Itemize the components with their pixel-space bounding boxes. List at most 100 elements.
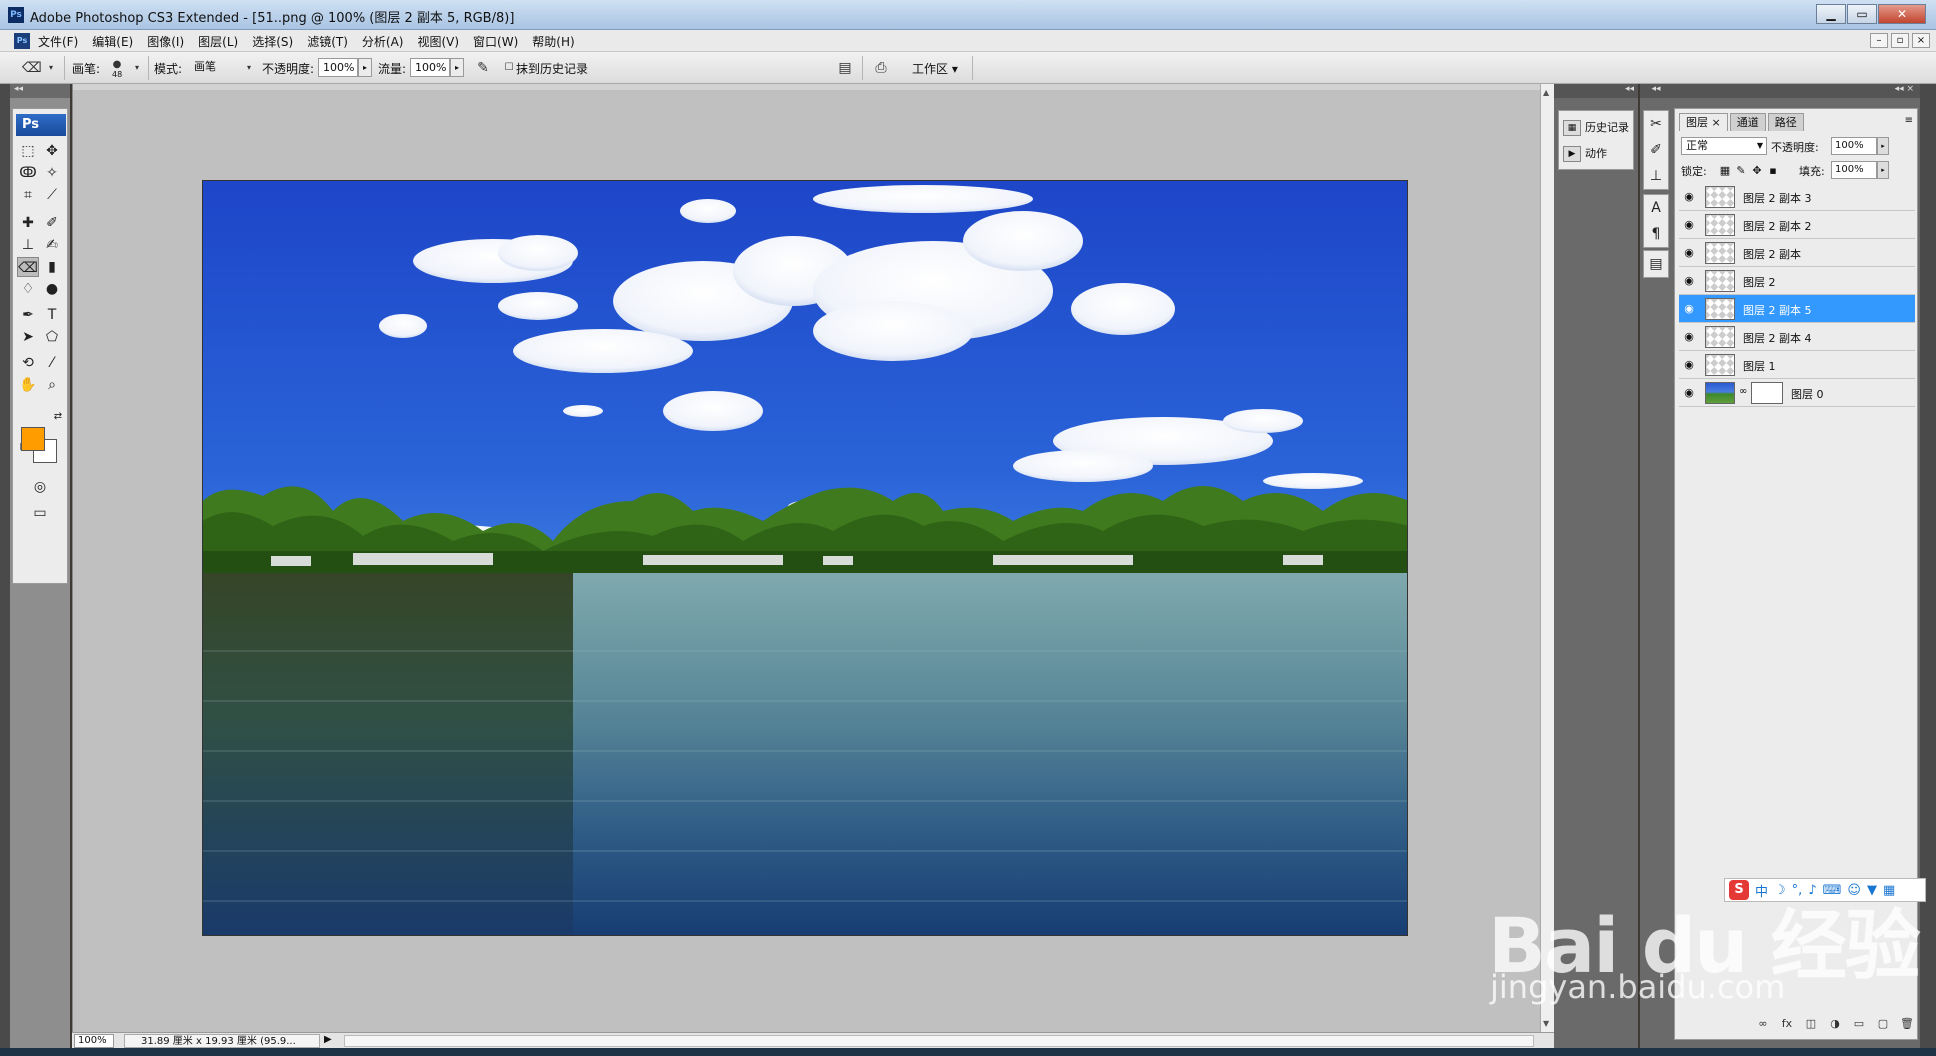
menu-view[interactable]: 视图(V) bbox=[417, 33, 459, 50]
character-icon[interactable]: A bbox=[1644, 195, 1668, 221]
gradient-tool-icon[interactable]: ▮ bbox=[41, 257, 63, 277]
new-group-icon[interactable]: ▭ bbox=[1847, 1017, 1871, 1035]
visibility-eye-icon[interactable]: ◉ bbox=[1681, 189, 1697, 205]
mode-dropdown-icon[interactable]: ▾ bbox=[240, 59, 258, 77]
lock-all-icon[interactable]: ▪ bbox=[1765, 164, 1781, 177]
ime-user-icon[interactable]: ☺ bbox=[1847, 883, 1861, 898]
mask-link-icon[interactable]: ∞ bbox=[1739, 386, 1747, 397]
layer-mask-thumbnail[interactable] bbox=[1751, 382, 1783, 404]
tool-presets-icon[interactable]: ✂ bbox=[1644, 111, 1668, 137]
document-icon[interactable]: Ps bbox=[14, 33, 30, 49]
move-tool-icon[interactable]: ✥ bbox=[41, 141, 63, 161]
visibility-eye-icon[interactable]: ◉ bbox=[1681, 301, 1697, 317]
airbrush-icon[interactable]: ✎ bbox=[474, 59, 492, 77]
menu-file[interactable]: 文件(F) bbox=[38, 33, 78, 50]
doc-minimize-button[interactable]: – bbox=[1870, 33, 1888, 48]
ps-logo[interactable]: Ps bbox=[16, 114, 66, 136]
add-mask-icon[interactable]: ◫ bbox=[1799, 1017, 1823, 1035]
layer-opacity-input[interactable]: 100% bbox=[1831, 137, 1877, 155]
doc-restore-button[interactable]: ▫ bbox=[1891, 33, 1909, 48]
opacity-input[interactable]: 100% bbox=[318, 58, 358, 77]
doc-close-button[interactable]: × bbox=[1912, 33, 1930, 48]
palette-well-icon[interactable]: ▤ bbox=[836, 59, 854, 77]
layer-row[interactable]: ◉ 图层 2 副本 2 bbox=[1679, 211, 1915, 239]
quick-mask-icon[interactable]: ◎ bbox=[29, 477, 51, 497]
layer-row[interactable]: ◉ ∞ 图层 0 bbox=[1679, 379, 1915, 407]
eraser-preset-icon[interactable]: ⌫ bbox=[22, 59, 42, 77]
lock-image-icon[interactable]: ✎ bbox=[1733, 164, 1749, 177]
eraser-tool-icon[interactable]: ⌫ bbox=[17, 257, 39, 277]
magic-wand-tool-icon[interactable]: ✧ bbox=[41, 163, 63, 183]
dodge-tool-icon[interactable]: ● bbox=[41, 279, 63, 299]
scroll-up-icon[interactable]: ▲ bbox=[1543, 88, 1549, 97]
panel-menu-icon[interactable]: ≡ bbox=[1905, 115, 1913, 126]
crop-tool-icon[interactable]: ⌗ bbox=[17, 185, 39, 205]
opacity-slider-button[interactable]: ▸ bbox=[358, 58, 372, 77]
canvas-vertical-scrollbar[interactable]: ▲ ▼ bbox=[1540, 84, 1554, 1032]
fill-slider-button[interactable]: ▸ bbox=[1877, 161, 1889, 179]
visibility-eye-icon[interactable]: ◉ bbox=[1681, 273, 1697, 289]
flow-slider-button[interactable]: ▸ bbox=[450, 58, 464, 77]
tab-layers[interactable]: 图层 × bbox=[1679, 113, 1728, 131]
visibility-eye-icon[interactable]: ◉ bbox=[1681, 217, 1697, 233]
brush-tool-icon[interactable]: ✐ bbox=[41, 213, 63, 233]
layer-row[interactable]: ◉ 图层 2 副本 3 bbox=[1679, 183, 1915, 211]
brushes-icon[interactable]: ✐ bbox=[1644, 137, 1668, 163]
icon-dock-handle[interactable]: ◂◂ bbox=[1640, 84, 1672, 98]
document-info[interactable]: 31.89 厘米 x 19.93 厘米 (95.9... bbox=[124, 1034, 320, 1048]
workspace-button[interactable]: 工作区 ▾ bbox=[912, 60, 958, 77]
scroll-down-icon[interactable]: ▼ bbox=[1543, 1019, 1549, 1028]
swap-colors-icon[interactable]: ⇄ bbox=[47, 407, 69, 427]
flow-input[interactable]: 100% bbox=[410, 58, 450, 77]
actions-panel-button[interactable]: ▶ 动作 bbox=[1563, 143, 1631, 165]
path-selection-tool-icon[interactable]: ➤ bbox=[17, 327, 39, 347]
canvas-horizontal-scrollbar[interactable] bbox=[344, 1035, 1534, 1047]
bridge-icon[interactable]: ⎙ bbox=[872, 59, 890, 77]
layer-row[interactable]: ◉ 图层 2 副本 bbox=[1679, 239, 1915, 267]
zoom-field[interactable]: 100% bbox=[74, 1034, 114, 1048]
ime-symbol-icon[interactable]: °, bbox=[1792, 883, 1803, 898]
visibility-eye-icon[interactable]: ◉ bbox=[1681, 329, 1697, 345]
document-image[interactable] bbox=[202, 180, 1408, 936]
layer-comps-icon[interactable]: ▤ bbox=[1644, 251, 1668, 277]
layer-row[interactable]: ◉ 图层 2 bbox=[1679, 267, 1915, 295]
brush-dropdown-icon[interactable]: ▾ bbox=[128, 59, 146, 77]
menu-analysis[interactable]: 分析(A) bbox=[362, 33, 404, 50]
menu-select[interactable]: 选择(S) bbox=[252, 33, 293, 50]
trash-icon[interactable]: 🗑 bbox=[1895, 1017, 1919, 1035]
shape-tool-icon[interactable]: ⬠ bbox=[41, 327, 63, 347]
menu-layer[interactable]: 图层(L) bbox=[198, 33, 238, 50]
layer-row[interactable]: ◉ 图层 1 bbox=[1679, 351, 1915, 379]
pen-tool-icon[interactable]: ✒ bbox=[17, 305, 39, 325]
dock-collapse-handle[interactable]: ◂◂ bbox=[1554, 84, 1638, 98]
history-panel-button[interactable]: ▦ 历史记录 bbox=[1563, 117, 1631, 139]
ime-skin-icon[interactable]: ▼ bbox=[1867, 883, 1877, 898]
menu-help[interactable]: 帮助(H) bbox=[532, 33, 574, 50]
ime-logo[interactable]: S bbox=[1729, 880, 1749, 900]
layer-row-selected[interactable]: ◉ 图层 2 副本 5 bbox=[1679, 295, 1915, 323]
layers-dock-handle[interactable]: ◂◂ × bbox=[1672, 84, 1920, 98]
maximize-button[interactable]: ▭ bbox=[1847, 4, 1877, 24]
blend-mode-select[interactable]: 正常 ▼ bbox=[1681, 137, 1767, 155]
menu-edit[interactable]: 编辑(E) bbox=[92, 33, 133, 50]
tab-channels[interactable]: 通道 bbox=[1729, 113, 1766, 131]
ime-punctuation-icon[interactable]: ☽ bbox=[1774, 883, 1786, 898]
toolbox-collapse-handle[interactable]: ◂◂ bbox=[10, 84, 70, 98]
marquee-tool-icon[interactable]: ⬚ bbox=[17, 141, 39, 161]
ime-voice-icon[interactable]: ♪ bbox=[1808, 883, 1816, 898]
minimize-button[interactable]: ▁ bbox=[1816, 4, 1846, 24]
ime-tools-icon[interactable]: ▦ bbox=[1883, 883, 1895, 898]
clone-source-icon[interactable]: ⊥ bbox=[1644, 163, 1668, 189]
history-brush-tool-icon[interactable]: ✍ bbox=[41, 235, 63, 255]
visibility-eye-icon[interactable]: ◉ bbox=[1681, 357, 1697, 373]
new-layer-icon[interactable]: ▢ bbox=[1871, 1017, 1895, 1035]
screen-mode-icon[interactable]: ▭ bbox=[29, 503, 51, 523]
ime-language-toggle[interactable]: 中 bbox=[1755, 881, 1768, 900]
healing-brush-tool-icon[interactable]: ✚ bbox=[17, 213, 39, 233]
lasso-tool-icon[interactable]: ↂ bbox=[17, 163, 39, 183]
status-menu-arrow-icon[interactable]: ▶ bbox=[324, 1034, 332, 1045]
fill-input[interactable]: 100% bbox=[1831, 161, 1877, 179]
paragraph-icon[interactable]: ¶ bbox=[1644, 221, 1668, 247]
layer-opacity-slider-button[interactable]: ▸ bbox=[1877, 137, 1889, 155]
clone-stamp-tool-icon[interactable]: ⊥ bbox=[17, 235, 39, 255]
